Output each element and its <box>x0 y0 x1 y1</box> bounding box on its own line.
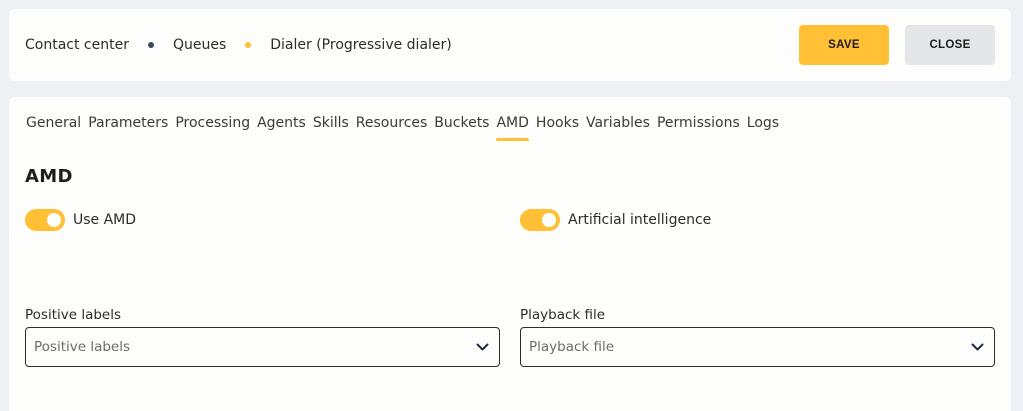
chevron-down-icon <box>475 340 489 354</box>
tab-bar: General Parameters Processing Agents Ski… <box>26 115 786 141</box>
positive-labels-placeholder: Positive labels <box>34 339 131 355</box>
tab-amd[interactable]: AMD <box>496 115 530 141</box>
tab-permissions[interactable]: Permissions <box>657 115 740 141</box>
tab-processing[interactable]: Processing <box>175 115 250 141</box>
positive-labels-select[interactable]: Positive labels <box>25 327 500 367</box>
tab-variables[interactable]: Variables <box>586 115 650 141</box>
use-amd-row: Use AMD <box>25 209 136 231</box>
section-title: AMD <box>25 166 73 187</box>
tab-logs[interactable]: Logs <box>747 115 779 141</box>
main-card: General Parameters Processing Agents Ski… <box>9 97 1011 411</box>
toggle-knob <box>47 213 61 227</box>
ai-row: Artificial intelligence <box>520 209 711 231</box>
playback-file-label: Playback file <box>520 307 606 323</box>
tab-agents[interactable]: Agents <box>257 115 306 141</box>
tab-buckets[interactable]: Buckets <box>434 115 489 141</box>
breadcrumb-item-queues[interactable]: Queues <box>173 37 226 53</box>
breadcrumb: Contact center Queues Dialer (Progressiv… <box>25 9 452 81</box>
playback-file-select[interactable]: Playback file <box>520 327 995 367</box>
breadcrumb-separator-dot-active <box>245 42 252 48</box>
tab-resources[interactable]: Resources <box>356 115 428 141</box>
save-button[interactable]: SAVE <box>799 25 889 65</box>
tab-skills[interactable]: Skills <box>313 115 349 141</box>
close-button[interactable]: CLOSE <box>905 25 995 65</box>
use-amd-label: Use AMD <box>73 212 137 228</box>
positive-labels-label: Positive labels <box>25 307 122 323</box>
toggle-knob <box>542 213 556 227</box>
chevron-down-icon <box>970 340 984 354</box>
header-card: Contact center Queues Dialer (Progressiv… <box>9 9 1011 81</box>
breadcrumb-separator-dot <box>147 42 154 48</box>
playback-file-placeholder: Playback file <box>529 339 615 355</box>
ai-toggle[interactable] <box>520 209 560 231</box>
playback-file-field: Playback file Playback file <box>520 307 995 367</box>
tab-parameters[interactable]: Parameters <box>88 115 168 141</box>
breadcrumb-item-contact-center[interactable]: Contact center <box>25 37 129 53</box>
breadcrumb-item-current: Dialer (Progressive dialer) <box>270 37 452 53</box>
positive-labels-field: Positive labels Positive labels <box>25 307 500 367</box>
use-amd-toggle[interactable] <box>25 209 65 231</box>
tab-hooks[interactable]: Hooks <box>536 115 579 141</box>
ai-label: Artificial intelligence <box>568 212 712 228</box>
tab-general[interactable]: General <box>26 115 81 141</box>
